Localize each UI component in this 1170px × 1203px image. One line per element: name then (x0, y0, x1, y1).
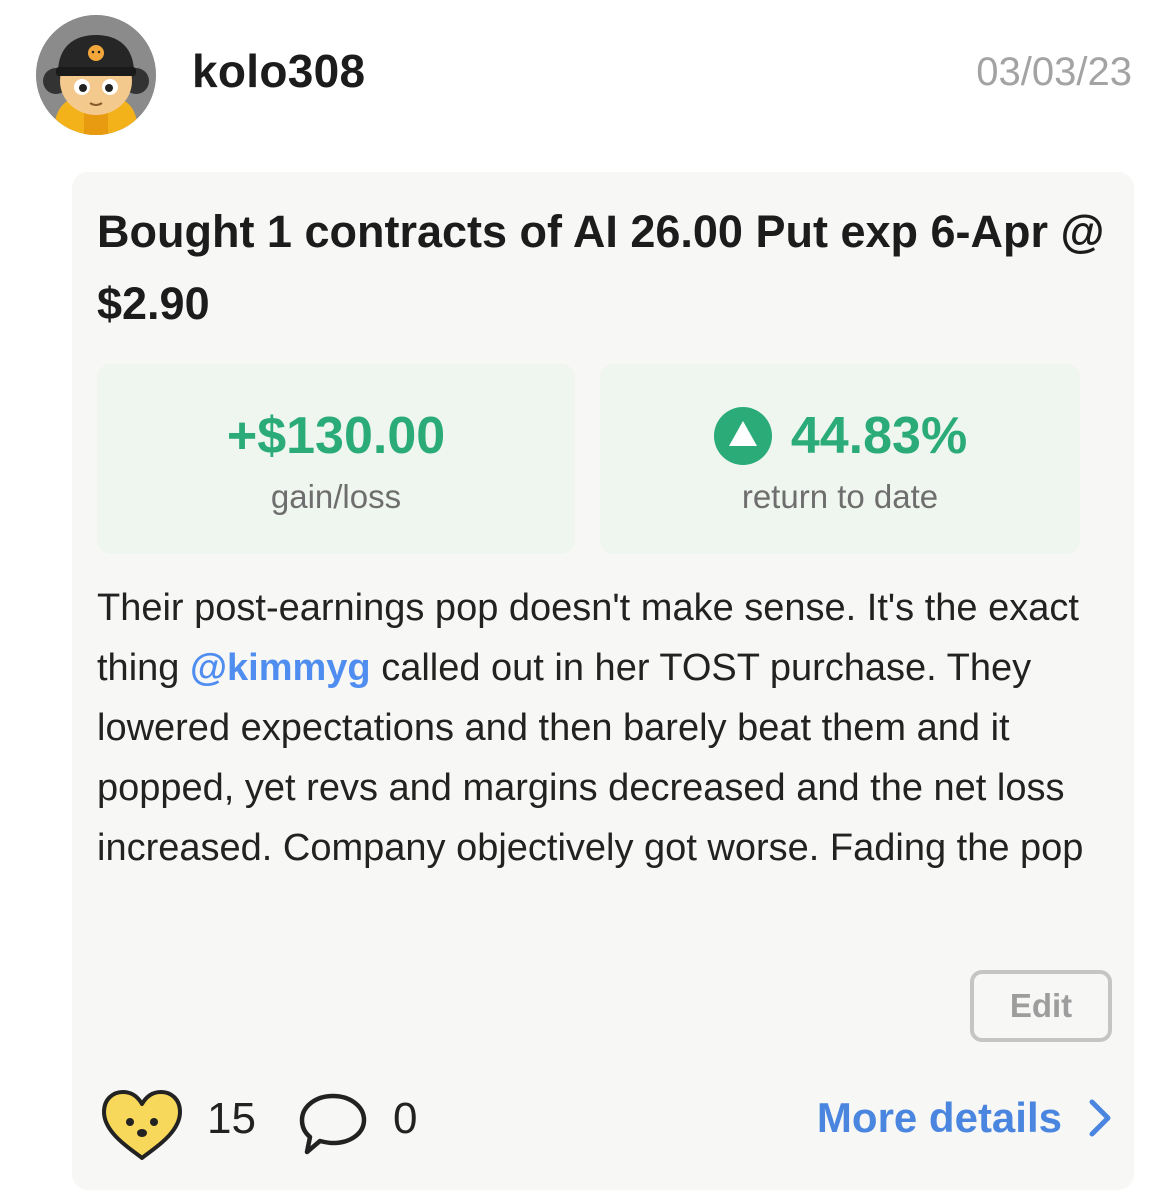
up-triangle-icon (713, 407, 772, 465)
return-value: 44.83% (790, 407, 968, 465)
return-label: return to date (741, 478, 939, 515)
comment-count: 0 (393, 1094, 418, 1143)
chevron-right-icon (1089, 1099, 1111, 1137)
post-date: 03/03/23 (976, 50, 1132, 94)
gain-loss-label: gain/loss (270, 478, 402, 515)
return-to-date-stat: 44.83% return to date (600, 364, 1080, 554)
more-details-label: More details (816, 1094, 1062, 1141)
edit-button[interactable]: Edit (970, 970, 1112, 1042)
username[interactable]: kolo308 (192, 44, 365, 98)
post-body: Their post-earnings pop doesn't make sen… (97, 578, 1117, 878)
heart-face-icon[interactable] (100, 1088, 184, 1162)
like-count: 15 (207, 1094, 256, 1143)
post-header: kolo308 03/03/23 (0, 0, 1170, 150)
post-footer: 15 0 More details (97, 1084, 1112, 1160)
gain-loss-value: +$130.00 (226, 407, 446, 465)
more-details-link[interactable]: More details (817, 1094, 1112, 1142)
user-avatar[interactable] (36, 15, 156, 135)
avatar-image (36, 15, 156, 135)
trade-post-card: Bought 1 contracts of AI 26.00 Put exp 6… (72, 172, 1134, 1190)
trade-title: Bought 1 contracts of AI 26.00 Put exp 6… (97, 206, 1105, 329)
return-value-row: 44.83% (600, 406, 1080, 479)
gain-loss-stat: +$130.00 gain/loss (97, 364, 575, 554)
user-mention-link[interactable]: @kimmyg (190, 647, 371, 689)
speech-bubble-icon[interactable] (297, 1090, 369, 1158)
